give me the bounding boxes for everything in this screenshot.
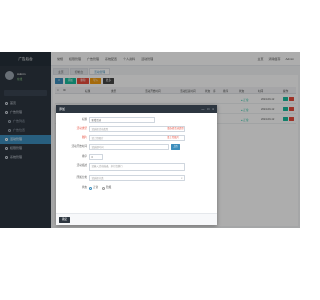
form-row-title: 标题 新增活动 (56, 117, 217, 125)
dialog-header: 添加 — □ × (56, 105, 217, 113)
close-icon[interactable]: × (212, 105, 214, 113)
maximize-icon[interactable]: □ (207, 105, 209, 113)
status-radio-normal[interactable]: 正常 (89, 185, 98, 191)
dialog-controls: — □ × (201, 105, 214, 113)
chevron-down-icon: ▾ (181, 177, 183, 180)
order-label: 排序 (81, 155, 87, 158)
start-time-input[interactable]: 请选择时间 (89, 144, 169, 150)
upload-button[interactable]: 上传 (171, 144, 180, 150)
order-input[interactable]: 0 (89, 154, 103, 160)
desc-label: 活动描述 (76, 164, 87, 167)
app-window: 广告后台 Admin 在线 首页 广告管理 广告列表 广告位置 活动管理 权限管… (0, 52, 300, 228)
category-label: 所属分类 (76, 176, 87, 179)
form-row-status: 状态 正常 隐藏 (56, 185, 217, 193)
form-row-type: 活动类型 请选择活动类型 请选择活动类型 (56, 126, 217, 134)
category-select[interactable]: 请选择分类 ▾ (89, 175, 185, 181)
minimize-icon[interactable]: — (201, 105, 204, 113)
radio-label: 隐藏 (106, 186, 112, 189)
form-row-category: 所属分类 请选择分类 ▾ (56, 175, 217, 183)
radio-label: 正常 (93, 186, 99, 189)
radio-checked-icon (89, 186, 92, 190)
desc-textarea[interactable]: 请输入活动描述，多行请换行 (89, 163, 185, 171)
dialog-title: 添加 (59, 107, 66, 111)
category-value: 请选择分类 (91, 177, 104, 180)
status-radio-hidden[interactable]: 隐藏 (102, 185, 111, 191)
form-row-image: 图片 请上传图片 请上传图片 (56, 135, 217, 143)
radio-unchecked-icon (102, 186, 105, 190)
type-error: 请选择活动类型 (167, 127, 184, 130)
type-label: 活动类型 (76, 127, 87, 130)
form-row-order: 排序 0 (56, 154, 217, 162)
form-row-start: 活动开始时间 请选择时间 上传 (56, 144, 217, 152)
image-label: 图片 (81, 136, 87, 139)
dialog-footer: 确定 (56, 213, 217, 225)
status-label: 状态 (81, 186, 87, 189)
add-dialog: 添加 — □ × 标题 新增活动 活动类型 请选择活动类型 请选择活动类型 图片… (56, 105, 217, 225)
title-input[interactable]: 新增活动 (89, 117, 155, 123)
start-label: 活动开始时间 (71, 145, 87, 148)
submit-button[interactable]: 确定 (59, 217, 71, 223)
form-row-desc: 活动描述 请输入活动描述，多行请换行 (56, 163, 217, 171)
title-label: 标题 (81, 118, 87, 121)
image-error: 请上传图片 (167, 136, 179, 139)
